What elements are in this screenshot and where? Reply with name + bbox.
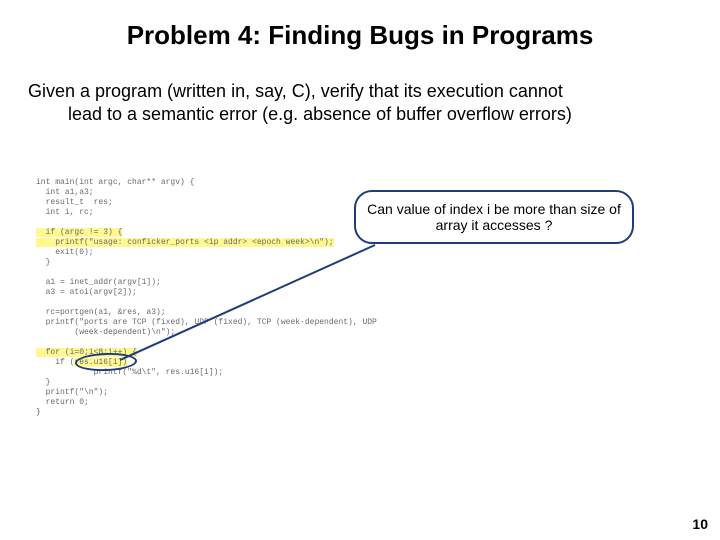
code-snippet: int main(int argc, char** argv) { int a1… [36, 178, 376, 418]
callout-bubble: Can value of index i be more than size o… [354, 190, 634, 244]
body-line-2: lead to a semantic error (e.g. absence o… [28, 103, 692, 126]
highlight-if: if (argc != 3) { [36, 228, 122, 237]
slide-title: Problem 4: Finding Bugs in Programs [0, 20, 720, 51]
highlight-printf-usage: printf("usage: conficker_ports <ip addr>… [36, 238, 334, 247]
highlight-array-access: res.u16[i]) [74, 358, 127, 367]
slide-body: Given a program (written in, say, C), ve… [28, 80, 692, 125]
body-line-1: Given a program (written in, say, C), ve… [28, 81, 563, 101]
callout-text: Can value of index i be more than size o… [366, 201, 622, 233]
highlight-for: for (i=0;i<8;i++) { [36, 348, 137, 357]
page-number: 10 [692, 516, 708, 532]
